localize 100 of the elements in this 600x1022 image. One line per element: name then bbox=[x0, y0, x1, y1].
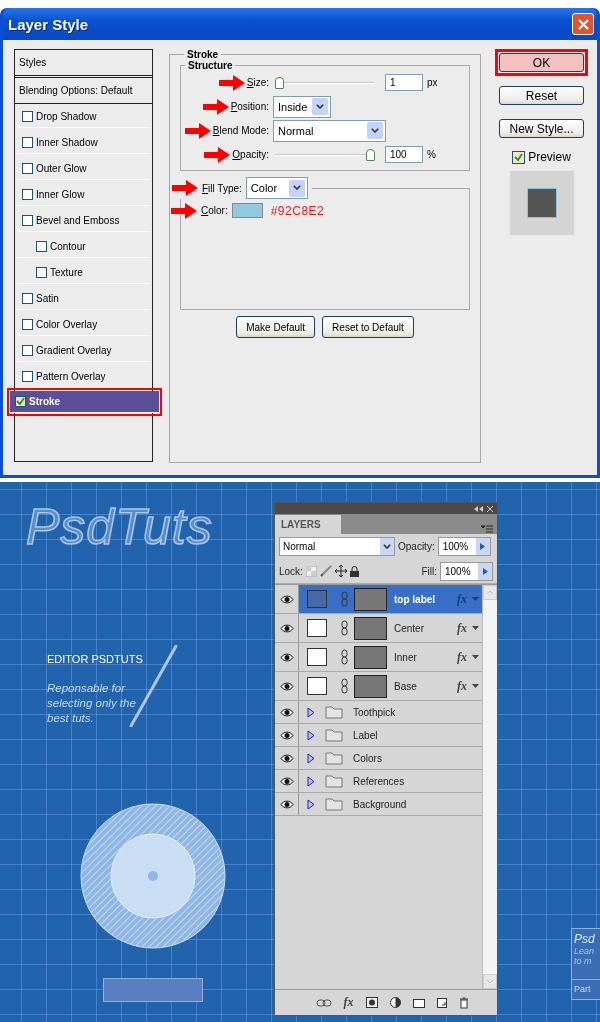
style-list-item[interactable]: Inner Glow bbox=[17, 184, 150, 206]
expand-triangle-icon[interactable] bbox=[307, 798, 315, 810]
style-list-item[interactable]: Contour bbox=[17, 236, 150, 258]
dropdown[interactable]: Inside bbox=[273, 95, 331, 118]
folder-icon[interactable] bbox=[412, 997, 425, 1008]
checkbox[interactable] bbox=[22, 111, 33, 122]
folder-icon bbox=[325, 705, 343, 719]
opacity-input[interactable]: 100 bbox=[385, 146, 423, 163]
slider-thumb[interactable] bbox=[275, 76, 284, 89]
style-list-item[interactable]: Blending Options: Default bbox=[15, 78, 152, 104]
mask-icon[interactable] bbox=[365, 997, 378, 1008]
trash-icon[interactable] bbox=[458, 996, 469, 1009]
window-title: Layer Style bbox=[8, 15, 89, 33]
expand-triangle-icon[interactable] bbox=[307, 729, 315, 741]
slider[interactable] bbox=[275, 147, 375, 162]
effects-indicator: fx bbox=[457, 678, 467, 694]
style-list-item[interactable]: Texture bbox=[17, 262, 150, 284]
dialog-button[interactable]: Reset bbox=[499, 86, 584, 105]
expand-triangle-icon[interactable] bbox=[307, 706, 315, 718]
effects-indicator: fx bbox=[457, 649, 467, 665]
chevron-down-icon bbox=[316, 103, 324, 110]
close-button[interactable] bbox=[572, 13, 594, 35]
caret-icon[interactable] bbox=[472, 626, 479, 630]
style-list-item[interactable]: Stroke bbox=[10, 391, 159, 413]
close-icon[interactable] bbox=[487, 505, 493, 512]
folder-icon bbox=[325, 797, 343, 811]
chain-icon bbox=[341, 678, 348, 694]
editor-description: Reponsable for selecting only the best tuts. bbox=[47, 681, 137, 726]
new-layer-icon[interactable] bbox=[436, 997, 447, 1008]
preview-checkbox[interactable] bbox=[512, 150, 526, 164]
folder-icon bbox=[325, 751, 343, 765]
collapse-icon[interactable] bbox=[474, 505, 483, 512]
style-list-item[interactable]: Pattern Overlay bbox=[17, 366, 150, 388]
list-header[interactable]: Styles bbox=[15, 50, 152, 78]
style-list-item[interactable]: Outer Glow bbox=[17, 158, 150, 180]
link-icon[interactable] bbox=[315, 998, 332, 1007]
layer-group-row[interactable]: References bbox=[275, 770, 482, 793]
checkbox[interactable] bbox=[22, 293, 33, 304]
dialog-button[interactable]: OK bbox=[499, 53, 584, 72]
menu-icon[interactable] bbox=[481, 525, 493, 534]
style-list-item[interactable]: Gradient Overlay bbox=[17, 340, 150, 362]
panel-tab[interactable]: LAYERS bbox=[275, 515, 341, 534]
style-list-item[interactable]: Color Overlay bbox=[17, 314, 150, 336]
layer-group-row[interactable]: Label bbox=[275, 724, 482, 747]
fill-field[interactable]: 100% bbox=[440, 561, 493, 581]
style-list-item[interactable]: Drop Shadow bbox=[17, 106, 150, 128]
opacity-field[interactable]: 100% bbox=[437, 537, 491, 556]
layer-group-row[interactable]: Toothpick bbox=[275, 701, 482, 724]
dialog-button[interactable]: New Style... bbox=[499, 119, 584, 138]
dialog-button[interactable]: Make Default bbox=[236, 316, 316, 338]
checkbox[interactable] bbox=[22, 137, 33, 148]
slider[interactable] bbox=[275, 75, 375, 90]
checkbox[interactable] bbox=[22, 345, 33, 356]
color-swatch[interactable] bbox=[231, 203, 263, 218]
effects-indicator: fx bbox=[457, 620, 467, 636]
expand-triangle-icon[interactable] bbox=[307, 752, 315, 764]
layer-color-swatch bbox=[307, 619, 327, 637]
size-input[interactable]: 1 bbox=[385, 74, 423, 91]
brush-icon[interactable] bbox=[319, 565, 332, 577]
move-icon[interactable] bbox=[334, 565, 347, 577]
layer-thumbnail bbox=[354, 616, 387, 640]
caret-icon[interactable] bbox=[472, 684, 479, 688]
preview-square bbox=[526, 188, 557, 218]
layer-row[interactable]: top label fx bbox=[275, 585, 482, 614]
style-list-item[interactable]: Satin bbox=[17, 288, 150, 310]
effects-button[interactable]: fx bbox=[343, 995, 354, 1010]
layer-group-row[interactable]: Colors bbox=[275, 747, 482, 770]
visibility-toggle[interactable] bbox=[275, 585, 299, 613]
checker-icon[interactable] bbox=[305, 565, 317, 577]
style-list-item[interactable]: Inner Shadow bbox=[17, 132, 150, 154]
layer-thumbnail bbox=[354, 645, 387, 669]
checkmark-icon bbox=[16, 397, 25, 406]
caret-icon[interactable] bbox=[472, 655, 479, 659]
expand-triangle-icon[interactable] bbox=[307, 775, 315, 787]
checkbox[interactable] bbox=[22, 189, 33, 200]
folder-icon bbox=[325, 774, 343, 788]
style-list-item[interactable]: Bevel and Emboss bbox=[17, 210, 150, 232]
slider-thumb[interactable] bbox=[366, 148, 375, 161]
checkbox[interactable] bbox=[22, 319, 33, 330]
layer-row[interactable]: Base fx bbox=[275, 672, 482, 701]
checkbox[interactable] bbox=[15, 396, 26, 407]
layer-group-row[interactable]: Background bbox=[275, 793, 482, 816]
checkbox[interactable] bbox=[22, 371, 33, 382]
field-label: Opacity: bbox=[232, 149, 269, 160]
layer-row[interactable]: Inner fx bbox=[275, 643, 482, 672]
dialog-button[interactable]: Reset to Default bbox=[322, 316, 414, 338]
section-title: Stroke bbox=[186, 49, 220, 60]
checkbox[interactable] bbox=[22, 215, 33, 226]
checkbox[interactable] bbox=[22, 163, 33, 174]
checkmark-icon bbox=[514, 152, 524, 162]
layer-row[interactable]: Center fx bbox=[275, 614, 482, 643]
adjustment-icon[interactable] bbox=[389, 997, 401, 1008]
checkbox[interactable] bbox=[36, 241, 47, 252]
dropdown[interactable]: Normal bbox=[273, 119, 386, 142]
dropdown[interactable]: Color bbox=[245, 177, 308, 199]
checkbox[interactable] bbox=[36, 267, 47, 278]
logo-text: PsdTuts bbox=[26, 498, 213, 556]
lock-icon[interactable] bbox=[349, 565, 359, 577]
blend-mode-dropdown[interactable]: Normal bbox=[279, 537, 395, 556]
effects-indicator: fx bbox=[457, 591, 467, 607]
